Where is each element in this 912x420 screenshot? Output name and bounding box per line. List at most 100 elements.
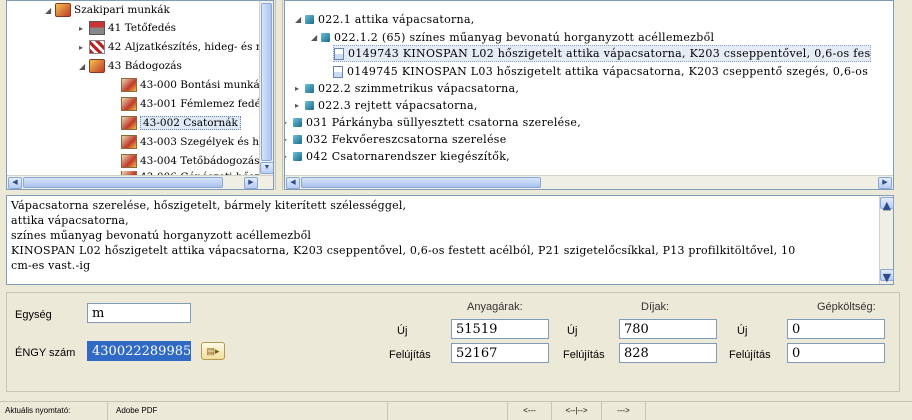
tree-item-label: 022.2 szimmetrikus vápacsatorna,: [318, 82, 520, 95]
collapse-icon[interactable]: ◢: [45, 6, 53, 15]
nav-prev[interactable]: <---: [508, 402, 552, 420]
machine-renovation-input[interactable]: 0: [787, 343, 885, 363]
scroll-left-icon[interactable]: ◀: [286, 177, 300, 189]
document-icon: [121, 116, 137, 130]
page-icon: [334, 47, 344, 60]
tree-item-label: 0149745 KINOSPAN L03 hőszigetelt attika …: [347, 65, 869, 78]
status-empty: [388, 402, 508, 420]
engy-number-label: ÉNGY szám: [15, 347, 76, 359]
tree-item-43-003[interactable]: 43-003 Szegélyek és hajl: [121, 133, 272, 151]
tree-item-label: 42 Aljzatkészítés, hideg- és m: [108, 41, 266, 53]
nav-both[interactable]: <--|-->: [552, 402, 602, 420]
fee-renovation-input[interactable]: 828: [619, 343, 717, 363]
tree-item-43-004[interactable]: 43-004 Tetőbádogozásol: [121, 152, 269, 170]
tree-item-43-001[interactable]: 43-001 Fémlemez fedése: [121, 95, 272, 113]
scroll-right-icon[interactable]: ▶: [878, 177, 892, 189]
scroll-left-icon[interactable]: ◀: [8, 177, 22, 189]
collapse-icon[interactable]: ◢: [311, 33, 319, 42]
material-prices-header: Anyagárak:: [467, 301, 523, 313]
right-tree-horizontal-scrollbar[interactable]: ◀ ▶: [285, 175, 893, 189]
expand-icon[interactable]: ▸: [79, 24, 87, 33]
tree-item-label: 41 Tetőfedés: [108, 22, 177, 34]
tree-item-43[interactable]: ◢ 43 Bádogozás: [79, 57, 182, 75]
document-icon: [121, 135, 137, 149]
material-renovation-input[interactable]: 52167: [451, 343, 549, 363]
machine-cost-header: Gépköltség:: [817, 301, 876, 313]
folder-icon: [55, 3, 71, 17]
description-line: színes műanyag bevonatú horganyzott acél…: [11, 229, 312, 242]
folder-icon: [89, 59, 105, 73]
tree-item-label: 022.3 rejtett vápacsatorna,: [318, 99, 478, 112]
tree-item-032[interactable]: ▸ 032 Fekvőereszcsatorna szerelése: [285, 131, 507, 148]
scroll-down-icon[interactable]: ▼: [880, 269, 894, 284]
scroll-down-icon[interactable]: ▼: [260, 162, 273, 174]
tree-item-label: 43-004 Tetőbádogozásol: [140, 155, 270, 167]
tree-item-0149743[interactable]: 0149743 KINOSPAN L02 hőszigetelt attika …: [333, 45, 872, 62]
left-tree-vertical-scrollbar[interactable]: ▼: [259, 1, 273, 177]
category-tree[interactable]: ◢ Szakipari munkák ▸ 41 Tetőfedés ▸ 42 A…: [6, 0, 274, 190]
roof-icon: [89, 21, 105, 35]
document-icon: [121, 97, 137, 111]
tree-item-031[interactable]: ▸ 031 Párkányba süllyesztett csatorna sz…: [285, 114, 582, 131]
pane-splitter[interactable]: [275, 0, 283, 190]
expand-icon[interactable]: ▸: [285, 135, 291, 144]
document-icon: [121, 78, 137, 92]
tree-item-022-1-2[interactable]: ◢ 022.1.2 (65) színes műanyag bevonatú h…: [311, 29, 714, 46]
fees-header: Díjak:: [641, 301, 670, 313]
status-empty: [646, 402, 912, 420]
cube-icon: [293, 118, 302, 127]
renovation-label: Felújítás: [563, 349, 605, 361]
description-line: KINOSPAN L02 hőszigetelt attika vápacsat…: [11, 244, 796, 257]
new-label: Új: [567, 325, 578, 337]
scroll-right-icon[interactable]: ▶: [244, 177, 258, 189]
tree-item-szakipari[interactable]: ◢ Szakipari munkák: [45, 1, 170, 19]
item-tree[interactable]: ◢ 022.1 attika vápacsatorna, ◢ 022.1.2 (…: [284, 0, 894, 190]
cube-icon: [305, 101, 314, 110]
scroll-thumb[interactable]: [261, 3, 272, 161]
tree-item-label: 031 Párkányba süllyesztett csatorna szer…: [306, 116, 582, 129]
description-textarea[interactable]: Vápacsatorna szerelése, hőszigetelt, bár…: [6, 195, 894, 285]
tree-item-label: Szakipari munkák: [74, 4, 170, 16]
tree-item-43-002[interactable]: 43-002 Csatornák: [121, 114, 241, 132]
renovation-label: Felújítás: [729, 349, 771, 361]
tree-item-022-1[interactable]: ◢ 022.1 attika vápacsatorna,: [295, 11, 475, 28]
unit-input[interactable]: m: [87, 303, 191, 323]
scroll-thumb[interactable]: [23, 177, 223, 188]
lookup-button[interactable]: ▤▸: [201, 342, 225, 360]
nav-next[interactable]: --->: [602, 402, 646, 420]
expand-icon[interactable]: ▸: [285, 152, 291, 161]
cube-icon: [305, 15, 314, 24]
printer-label: Aktuális nyomtató:: [0, 402, 108, 420]
status-bar: Aktuális nyomtató: Adobe PDF <--- <--|--…: [0, 401, 912, 420]
tree-item-41[interactable]: ▸ 41 Tetőfedés: [79, 19, 176, 37]
tree-item-42[interactable]: ▸ 42 Aljzatkészítés, hideg- és m: [79, 38, 266, 56]
printer-value: Adobe PDF: [108, 402, 388, 420]
page-icon: [333, 65, 343, 78]
scroll-up-icon[interactable]: ▲: [880, 197, 894, 212]
expand-icon[interactable]: ▸: [295, 101, 303, 110]
tree-item-022-2[interactable]: ▸ 022.2 szimmetrikus vápacsatorna,: [295, 80, 519, 97]
material-new-input[interactable]: 51519: [451, 319, 549, 339]
expand-icon[interactable]: ▸: [285, 118, 291, 127]
engy-number-input[interactable]: 430022289985: [87, 341, 191, 361]
collapse-icon[interactable]: ◢: [79, 62, 87, 71]
tree-item-label: 43 Bádogozás: [108, 60, 182, 72]
tree-item-042[interactable]: ▸ 042 Csatornarendszer kiegészítők,: [285, 148, 510, 165]
tree-item-0149745[interactable]: 0149745 KINOSPAN L03 hőszigetelt attika …: [333, 63, 868, 80]
expand-icon[interactable]: ▸: [295, 84, 303, 93]
tree-item-022-3[interactable]: ▸ 022.3 rejtett vápacsatorna,: [295, 97, 478, 114]
expand-icon[interactable]: ▸: [79, 43, 87, 52]
left-tree-horizontal-scrollbar[interactable]: ◀ ▶: [7, 175, 273, 189]
scroll-thumb[interactable]: [301, 177, 541, 188]
fee-new-input[interactable]: 780: [619, 319, 717, 339]
description-line: cm-es vast.-ig: [11, 259, 91, 272]
collapse-icon[interactable]: ◢: [295, 15, 303, 24]
unit-label: Egység: [15, 309, 52, 321]
tree-item-label: 032 Fekvőereszcsatorna szerelése: [306, 133, 507, 146]
tree-item-label: 042 Csatornarendszer kiegészítők,: [306, 150, 510, 163]
machine-new-input[interactable]: 0: [787, 319, 885, 339]
floor-icon: [89, 40, 105, 54]
description-vertical-scrollbar[interactable]: ▲ ▼: [879, 196, 894, 284]
price-form: Egység m ÉNGY szám 430022289985 ▤▸ Anyag…: [6, 292, 900, 392]
tree-item-43-000[interactable]: 43-000 Bontási munkák: [121, 76, 266, 94]
